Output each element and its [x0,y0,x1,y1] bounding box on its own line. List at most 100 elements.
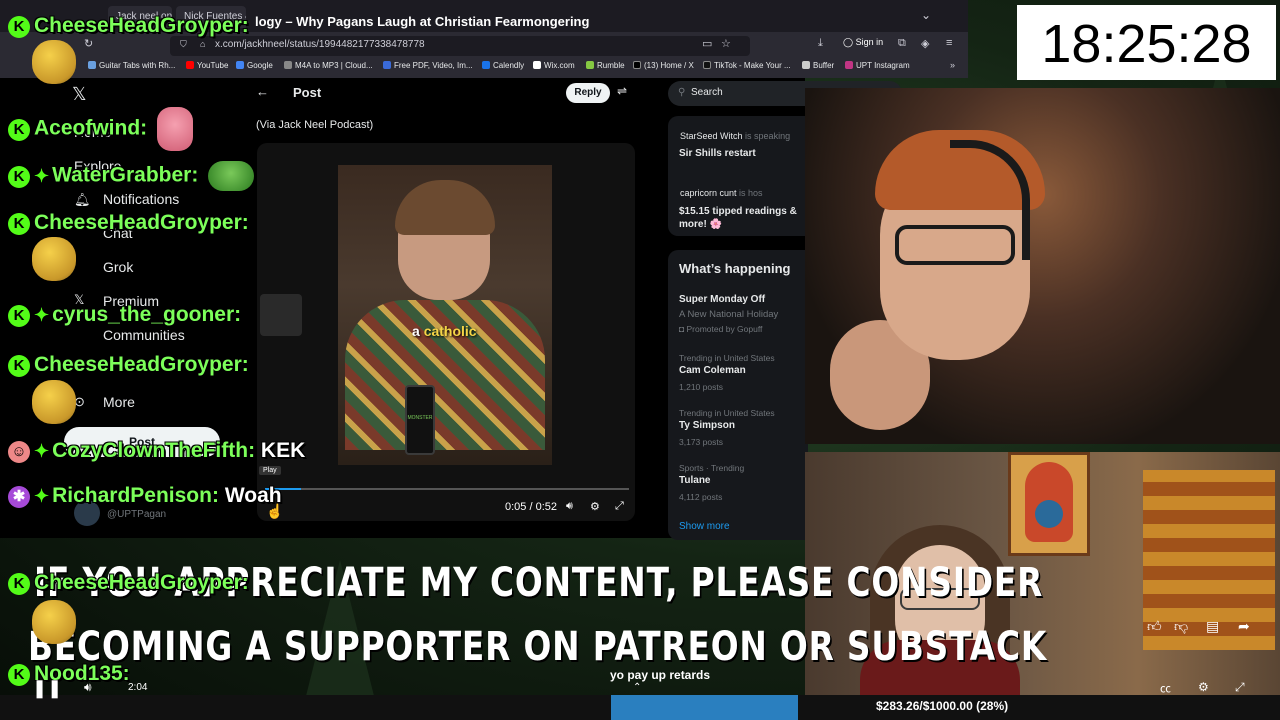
volume-icon[interactable]: 🔊︎ [84,680,92,695]
emote-icon [32,380,76,424]
download-icon[interactable]: ⤓ [818,37,823,50]
share-icon[interactable]: ➦ [1238,618,1250,635]
comment-icon[interactable]: ▤ [1206,618,1219,635]
space-host[interactable]: capricorn cunt is hos [680,188,763,198]
reload-icon[interactable]: ↻ [84,37,93,50]
donation-goal-text: $283.26/$1000.00 (28%) [876,699,1009,713]
bookmark-item[interactable]: TikTok - Make Your ... [703,61,791,70]
chevron-up-icon[interactable]: ⌃ [633,682,641,693]
pause-icon[interactable]: ❚❚ [32,678,62,699]
space-host-name: StarSeed Witch [680,131,743,141]
bookmark-label: Buffer [813,61,835,70]
bookmark-item[interactable]: M4A to MP3 | Cloud... [284,61,373,70]
player-time: 2:04 [128,682,148,693]
bookmark-item[interactable]: Free PDF, Video, Im... [383,61,473,70]
show-more-link[interactable]: Show more [679,521,730,532]
chat-username: CheeseHeadGroyper: [34,571,249,594]
dislike-icon[interactable]: 👎︎ [1174,618,1188,635]
trend-item[interactable]: Cam Coleman [679,365,746,376]
trend-promo-text: Promoted by Gopuff [686,324,763,334]
filter-icon[interactable]: ⇌ [617,84,627,98]
captions-icon[interactable]: ㏄ [1160,680,1171,696]
trend-count: 1,210 posts [679,382,723,392]
bookmark-label: Guitar Tabs with Rh... [99,61,176,70]
bell-icon[interactable]: 🔔︎ [74,192,91,208]
play-tooltip: Play [259,466,281,475]
space-host-name: capricorn cunt [680,188,737,198]
chevron-down-icon[interactable]: ⌄ [921,8,931,22]
bookmark-item[interactable]: Wix.com [533,61,575,70]
kick-badge-icon: K [8,664,30,686]
bookmark-item[interactable]: Google [236,61,273,70]
extension-icon[interactable]: ⧉ [898,37,906,50]
chat-username: CozyClownTheFifth: [52,439,256,462]
fullscreen-icon[interactable]: ⤢ [615,500,624,513]
pepe-emote-icon [208,161,255,191]
back-arrow-icon[interactable]: ← [256,84,269,99]
kick-badge-icon: K [8,355,30,377]
video-progress-track[interactable] [265,488,629,490]
video-thumbnail[interactable] [260,294,302,336]
trend-item[interactable]: Super Monday Off [679,294,765,305]
video-caption: a catholic [412,323,477,339]
chat-message-text: Woah [224,484,282,507]
stream-clock: 18:25:28 [1017,5,1276,80]
chat-message: K CheeseHeadGroyper: [8,211,249,235]
search-placeholder: Search [691,87,723,98]
sidebar-item-communities[interactable]: Communities [103,327,185,343]
bookmark-item[interactable]: (13) Home / X [633,61,694,70]
lock-icon[interactable]: ⌂ [200,39,205,49]
gear-icon[interactable]: ⚙ [590,500,600,513]
sub-badge-icon: ✦ [34,165,50,186]
sidebar-item-label: Communities [103,327,185,343]
trend-meta: Trending in United States [679,353,775,363]
kick-badge-icon: K [8,165,30,188]
bookmark-item[interactable]: Calendly [482,61,524,70]
bookmark-item[interactable]: UPT Instagram [845,61,910,70]
caption-prefix: a [412,323,420,339]
reply-button[interactable]: Reply [566,83,610,103]
bookmark-item[interactable]: Rumble [586,61,625,70]
bookmark-label: Wix.com [544,61,575,70]
layers-icon[interactable]: ◈ [921,37,929,50]
bookmark-item[interactable]: YouTube [186,61,228,70]
url-text[interactable]: x.com/jackhneel/status/19944821773384787… [215,39,425,50]
sub-badge-icon: ✦ [34,305,50,325]
trend-item[interactable]: Tulane [679,475,710,486]
bookmark-item[interactable]: Guitar Tabs with Rh... [88,61,175,70]
reader-view-icon[interactable]: ▭ [702,37,712,50]
menu-icon[interactable]: ≡ [946,37,952,49]
chevron-right-icon[interactable]: » [950,60,955,70]
kick-badge-icon: K [8,16,30,38]
chat-message-text: KEK [260,439,306,462]
trend-meta: Sports · Trending [679,463,745,473]
volume-icon[interactable]: 🔊︎ [566,500,573,513]
sign-in-button[interactable]: ◯ Sign in [843,37,883,48]
tapestry-globe [1035,500,1063,528]
space-title[interactable]: Sir Shills restart [679,148,756,159]
trend-subtitle: A New National Holiday [679,309,779,320]
space-host[interactable]: StarSeed Witch is speaking [680,131,790,141]
like-icon[interactable]: 👍︎ [1147,618,1162,635]
bookmark-label: M4A to MP3 | Cloud... [295,61,373,70]
sidebar-item-label: Grok [103,259,134,275]
chat-message: K ✦ WaterGrabber: [8,161,255,191]
bookmark-label: Free PDF, Video, Im... [394,61,473,70]
page-title: Post [293,85,322,100]
shield-icon[interactable]: ⛉ [180,39,187,50]
space-title[interactable]: $15.15 tipped readings & more! 🌸 [679,205,804,231]
sidebar-item-more[interactable]: More [103,394,135,410]
reply-label: Reply [574,87,602,98]
x-logo-icon[interactable]: 𝕏 [72,84,87,105]
sidebar-item-notifications[interactable]: Notifications [103,191,179,207]
trend-item[interactable]: Ty Simpson [679,420,735,431]
can-label: MONSTER [407,415,433,421]
gear-icon[interactable]: ⚙ [1198,680,1209,694]
trend-count: 4,112 posts [679,492,723,502]
fullscreen-icon[interactable]: ⤢ [1235,680,1245,695]
bookmark-item[interactable]: Buffer [802,61,834,70]
sidebar-item-grok[interactable]: Grok [103,259,133,275]
moderator-badge-icon: ✱ [8,486,30,508]
bookmark-label: (13) Home / X [644,61,694,70]
bookmark-star-icon[interactable]: ☆ [721,37,731,50]
